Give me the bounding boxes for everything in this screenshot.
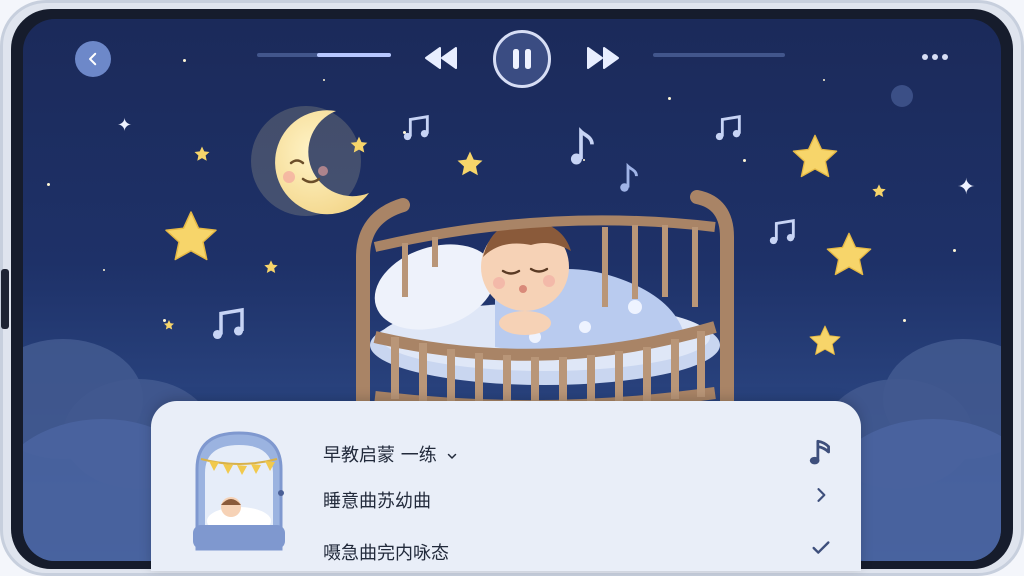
rewind-button[interactable]	[423, 45, 459, 75]
rewind-icon	[425, 47, 457, 69]
chevron-right-icon	[817, 488, 826, 502]
star-icon	[872, 184, 886, 197]
progress-bar-left[interactable]	[257, 53, 391, 57]
music-note-icon	[769, 218, 795, 245]
star-icon	[350, 136, 368, 153]
open-playlist-button[interactable]	[811, 485, 831, 509]
star-icon	[826, 232, 872, 276]
bottom-sheet: 早教启蒙 一练 睡意曲苏幼曲 嗫急曲完内咏态	[151, 401, 861, 571]
side-button	[1, 269, 9, 329]
progress-bar-right[interactable]	[653, 53, 785, 57]
playlist-item[interactable]: 睡意曲苏幼曲	[323, 487, 431, 513]
star-icon	[792, 134, 838, 178]
music-note-icon	[212, 307, 244, 340]
more-icon	[922, 54, 948, 60]
chevron-left-icon	[89, 52, 97, 66]
pause-icon	[513, 49, 531, 69]
sky-dot	[668, 97, 671, 100]
playlist-item[interactable]: 嗫急曲完内咏态	[323, 539, 449, 565]
crib-icon	[356, 190, 734, 413]
sparkle-icon: ✦	[957, 175, 976, 200]
more-button[interactable]	[919, 49, 955, 65]
category-selector[interactable]: 早教启蒙 一练	[323, 441, 458, 467]
sky-dot	[103, 269, 105, 271]
back-button[interactable]	[75, 41, 111, 77]
music-note-icon	[809, 439, 830, 465]
music-note-icon	[570, 127, 594, 165]
sky-dot	[823, 79, 825, 81]
fast-forward-icon	[587, 47, 619, 69]
sky-dot	[47, 183, 50, 186]
sky-dot	[903, 319, 906, 322]
playlist-item-label: 嗫急曲完内咏态	[323, 543, 449, 564]
playlist-item-label: 睡意曲苏幼曲	[323, 491, 431, 512]
sky-dot	[743, 159, 746, 162]
star-icon	[194, 146, 210, 161]
music-note-icon	[715, 114, 741, 141]
star-icon	[809, 325, 841, 355]
pause-button[interactable]	[493, 30, 551, 88]
sky-dot	[323, 79, 325, 81]
phone-frame: ✦ ✦ 早教启蒙 一练 睡意曲苏幼曲 嗫急曲完内咏态	[0, 0, 1024, 576]
star-icon	[165, 211, 217, 261]
check-icon	[812, 541, 830, 554]
star-icon	[264, 260, 278, 273]
sky-dot	[953, 249, 956, 252]
selected-check[interactable]	[809, 537, 833, 563]
chevron-down-icon	[448, 453, 457, 459]
sky-dot	[183, 59, 186, 62]
star-icon	[164, 320, 174, 330]
fast-forward-button[interactable]	[585, 45, 621, 75]
planet-icon	[891, 85, 913, 107]
sparkle-icon: ✦	[117, 115, 133, 136]
music-button[interactable]	[807, 437, 833, 471]
star-icon	[457, 151, 483, 176]
music-note-icon	[403, 114, 429, 141]
crib-thumbnail[interactable]	[187, 429, 291, 553]
category-label: 早教启蒙 一练	[323, 445, 437, 466]
progress-fill	[317, 53, 391, 57]
